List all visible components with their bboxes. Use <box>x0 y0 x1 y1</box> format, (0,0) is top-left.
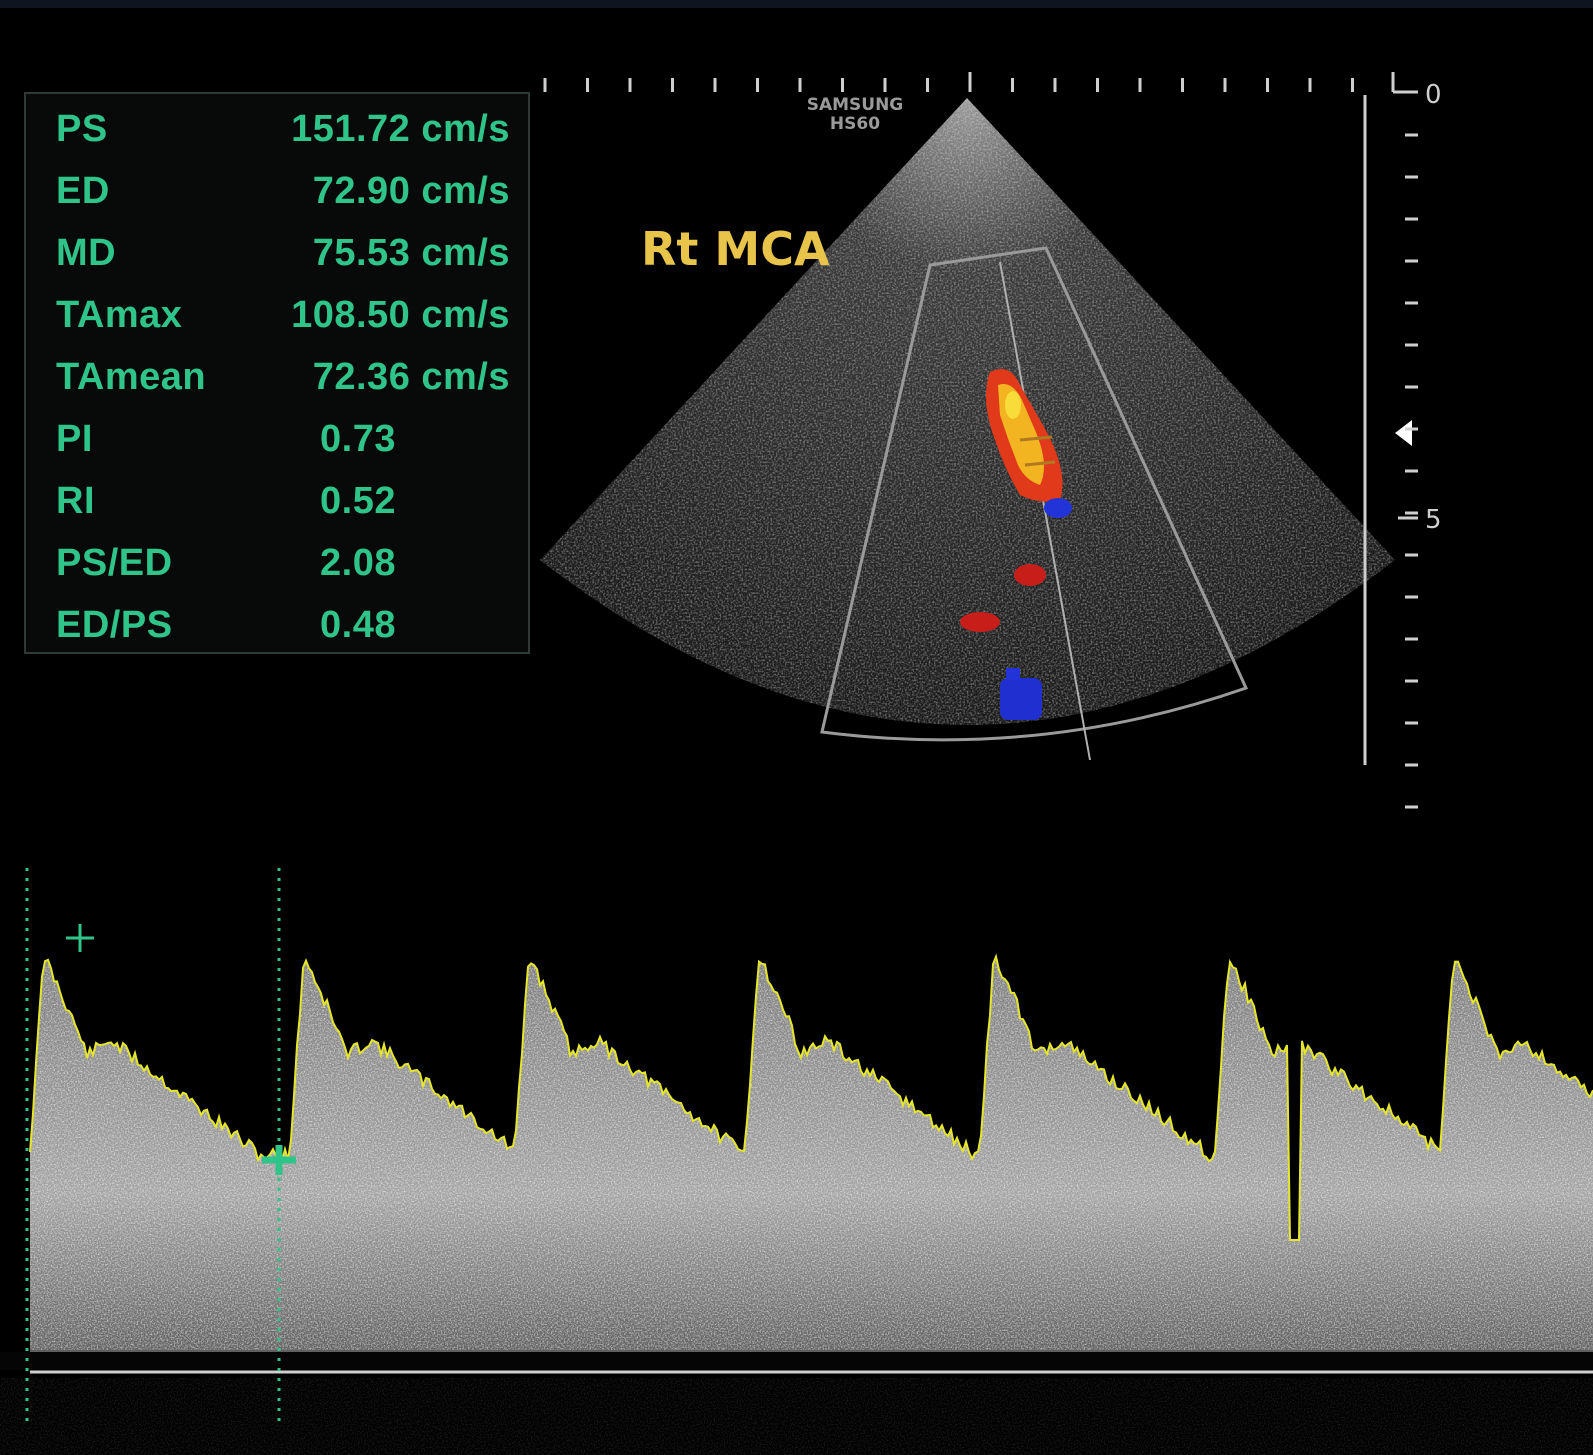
device-logo: SAMSUNG HS60 <box>800 96 910 134</box>
measurement-name: PS/ED <box>56 542 173 584</box>
device-model: HS60 <box>829 114 881 134</box>
measurement-name: ED/PS <box>56 604 173 646</box>
doppler-spectrum <box>0 953 1593 1455</box>
measurement-value: 72.36 cm/s <box>312 356 510 398</box>
measurement-row: TAmean 72.36 cm/s <box>26 356 528 404</box>
measurement-value: 0.48 <box>320 604 396 646</box>
measurement-value: 2.08 <box>320 542 396 584</box>
measurement-row: TAmax 108.50 cm/s <box>26 294 528 342</box>
device-brand: SAMSUNG <box>806 95 904 115</box>
measurement-name: RI <box>56 480 95 522</box>
measurement-value: 75.53 cm/s <box>312 232 510 274</box>
measurement-name: ED <box>56 170 110 212</box>
measurement-row: RI 0.52 <box>26 480 528 528</box>
depth-label-5: 5 <box>1425 505 1442 535</box>
measurement-row: PS 151.72 cm/s <box>26 108 528 156</box>
measurement-name: MD <box>56 232 117 274</box>
ultrasound-display: PS 151.72 cm/s ED 72.90 cm/s MD 75.53 cm/s TAm… <box>0 0 1593 1455</box>
measurement-row: MD 75.53 cm/s <box>26 232 528 280</box>
measurement-value: 151.72 cm/s <box>291 108 510 150</box>
measurement-row: ED 72.90 cm/s <box>26 170 528 218</box>
measurement-name: TAmean <box>56 356 207 398</box>
lateral-ruler <box>543 72 1354 92</box>
peak-caliper-icon[interactable] <box>66 924 94 952</box>
b-mode-sector <box>540 98 1395 725</box>
measurement-row: ED/PS 0.48 <box>26 604 528 652</box>
depth-scale <box>1363 72 1418 809</box>
focus-marker-icon[interactable] <box>1395 420 1412 446</box>
measurement-value: 0.73 <box>320 418 396 460</box>
vessel-label: Rt MCA <box>641 222 830 276</box>
measurement-value: 108.50 cm/s <box>291 294 510 336</box>
measurement-name: TAmax <box>56 294 183 336</box>
measurement-value: 72.90 cm/s <box>312 170 510 212</box>
measurement-name: PS <box>56 108 108 150</box>
measurement-name: PI <box>56 418 93 460</box>
depth-label-0: 0 <box>1425 80 1442 110</box>
measurement-row: PI 0.73 <box>26 418 528 466</box>
measurement-value: 0.52 <box>320 480 396 522</box>
measurement-row: PS/ED 2.08 <box>26 542 528 590</box>
measurement-panel: PS 151.72 cm/s ED 72.90 cm/s MD 75.53 cm/s TAm… <box>24 92 530 654</box>
